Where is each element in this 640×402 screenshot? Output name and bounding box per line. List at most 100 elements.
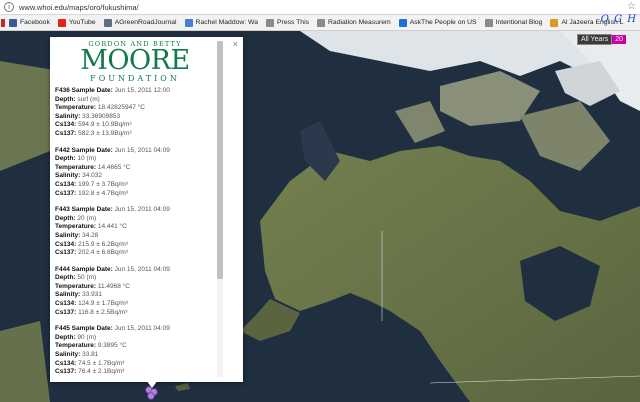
- depth-label: Depth:: [55, 95, 76, 103]
- sample-record: F444 Sample Date: Jun 15, 2011 04:09 Dept…: [55, 266, 215, 318]
- depth-label: Depth:: [55, 274, 76, 282]
- record-cs137: Cs137: 202.4 ± 6.6Bq/m³: [55, 249, 215, 258]
- temperature-label: Temperature:: [55, 104, 97, 112]
- sample-date-label: Sample Date:: [71, 146, 113, 154]
- temperature-label: Temperature:: [55, 223, 97, 231]
- bookmark-item[interactable]: AskThe People on US: [398, 18, 477, 27]
- cs137-label: Cs137:: [55, 189, 77, 197]
- cs134-value: 594.9 ± 10.9Bq/m³: [78, 121, 132, 129]
- sample-date-label: Sample Date:: [71, 206, 113, 214]
- salinity-label: Salinity:: [55, 172, 81, 180]
- logo-line3: FOUNDATION: [90, 74, 180, 83]
- apps-icon[interactable]: [1, 18, 5, 27]
- cs137-label: Cs137:: [55, 308, 77, 316]
- bookmark-favicon-icon: [9, 18, 17, 27]
- temperature-label: Temperature:: [55, 163, 97, 171]
- salinity-label: Salinity:: [55, 291, 81, 299]
- popup-scrollbar[interactable]: [217, 41, 223, 377]
- sample-date-value: Jun 15, 2011 04:09: [114, 325, 170, 333]
- bookmark-favicon-icon: [266, 18, 275, 27]
- record-depth: Depth: surf (m): [55, 96, 215, 105]
- record-header: F436 Sample Date: Jun 15, 2011 12:00: [55, 87, 215, 96]
- record-cs137: Cs137: 116.8 ± 2.5Bq/m³: [55, 309, 215, 318]
- bookmark-item[interactable]: Facebook: [9, 18, 50, 27]
- bookmark-favicon-icon: [550, 18, 559, 27]
- bookmark-label: AGreenRoadJournal: [114, 19, 177, 26]
- bookmark-label: Radiation Measurem: [328, 19, 391, 26]
- temperature-value: 14.4665 °C: [97, 163, 131, 171]
- depth-label: Depth:: [55, 155, 76, 163]
- bookmark-item[interactable]: Radiation Measurem: [317, 18, 391, 27]
- salinity-value: 34.032: [82, 172, 102, 180]
- record-cs134: Cs134: 74.5 ± 1.7Bq/m³: [55, 360, 215, 369]
- handwritten-annotation: O G H: [600, 14, 637, 25]
- address-bar[interactable]: i www.whoi.edu/maps/oro/fukushima/ ☆: [0, 0, 640, 15]
- temperature-value: 18.42825947 °C: [97, 104, 145, 112]
- temperature-value: 14.441 °C: [97, 223, 127, 231]
- all-years-button[interactable]: All Years: [576, 34, 613, 45]
- temperature-label: Temperature:: [55, 282, 97, 290]
- cs137-label: Cs137:: [55, 368, 77, 376]
- temperature-value: 9.3895 °C: [97, 342, 127, 350]
- bookmark-star-icon[interactable]: ☆: [627, 1, 636, 12]
- sample-date-value: Jun 15, 2011 04:09: [114, 265, 170, 273]
- bookmark-favicon-icon: [484, 18, 493, 27]
- salinity-label: Salinity:: [55, 351, 81, 359]
- depth-value: 20 (m): [77, 214, 97, 222]
- sample-date-label: Sample Date:: [71, 265, 113, 273]
- record-header: F442 Sample Date: Jun 15, 2011 04:09: [55, 147, 215, 156]
- record-id: F444: [55, 265, 70, 273]
- scrollbar-thumb[interactable]: [217, 41, 223, 279]
- depth-value: surf (m): [77, 95, 100, 103]
- record-depth: Depth: 10 (m): [55, 155, 215, 164]
- info-icon[interactable]: i: [4, 2, 14, 12]
- bookmark-label: Intentional Blog: [495, 19, 543, 26]
- record-cs134: Cs134: 124.9 ± 1.7Bq/m³: [55, 300, 215, 309]
- bookmark-item[interactable]: YouTube: [57, 18, 96, 27]
- salinity-value: 34.28: [82, 231, 99, 239]
- bookmark-item[interactable]: Press This: [266, 18, 309, 27]
- record-salinity: Salinity: 34.032: [55, 172, 215, 181]
- bookmark-favicon-icon: [317, 18, 325, 27]
- year-selector[interactable]: All Years 20: [576, 34, 626, 45]
- depth-value: 90 (m): [77, 333, 97, 341]
- bookmark-item[interactable]: AGreenRoadJournal: [103, 18, 177, 27]
- sample-record: F436 Sample Date: Jun 15, 2011 12:00 Dept…: [55, 87, 215, 139]
- depth-value: 50 (m): [77, 274, 97, 282]
- cs137-value: 202.4 ± 6.6Bq/m³: [78, 249, 128, 257]
- bookmark-label: AskThe People on US: [409, 19, 477, 26]
- sample-record: F443 Sample Date: Jun 15, 2011 04:09 Dept…: [55, 206, 215, 258]
- depth-label: Depth:: [55, 333, 76, 341]
- close-icon[interactable]: ×: [233, 39, 238, 49]
- bookmark-item[interactable]: Intentional Blog: [484, 18, 543, 27]
- cs137-label: Cs137:: [55, 129, 77, 137]
- record-id: F443: [55, 206, 70, 214]
- cs134-label: Cs134:: [55, 180, 77, 188]
- record-salinity: Salinity: 33.36909853: [55, 113, 215, 122]
- record-header: F444 Sample Date: Jun 15, 2011 04:09: [55, 266, 215, 275]
- sample-date-value: Jun 15, 2011 04:09: [114, 206, 170, 214]
- sample-date-value: Jun 15, 2011 04:09: [114, 146, 170, 154]
- salinity-label: Salinity:: [55, 112, 81, 120]
- cs134-value: 74.5 ± 1.7Bq/m³: [78, 359, 125, 367]
- salinity-value: 33.36909853: [82, 112, 121, 120]
- temperature-label: Temperature:: [55, 342, 97, 350]
- record-cs137: Cs137: 192.8 ± 4.7Bq/m³: [55, 190, 215, 199]
- record-cs137: Cs137: 582.3 ± 13.9Bq/m³: [55, 130, 215, 139]
- map-marker-icon[interactable]: [145, 384, 159, 402]
- cs137-value: 192.8 ± 4.7Bq/m³: [78, 189, 128, 197]
- cs134-value: 215.9 ± 6.2Bq/m³: [78, 240, 128, 248]
- temperature-value: 11.4968 °C: [97, 282, 130, 290]
- year-badge[interactable]: 20: [612, 35, 626, 44]
- url-text[interactable]: www.whoi.edu/maps/oro/fukushima/: [19, 3, 139, 12]
- bookmark-item[interactable]: Rachel Maddow: Wa: [184, 18, 258, 27]
- sample-popup: × GORDON AND BETTY MOORE FOUNDATION F436…: [50, 37, 243, 382]
- cs137-value: 76.4 ± 2.1Bq/m³: [78, 368, 125, 376]
- bookmark-favicon-icon: [398, 18, 407, 27]
- popup-content[interactable]: GORDON AND BETTY MOORE FOUNDATION F436 S…: [55, 40, 215, 377]
- cs134-label: Cs134:: [55, 121, 77, 129]
- record-cs134: Cs134: 215.9 ± 6.2Bq/m³: [55, 241, 215, 250]
- bookmark-favicon-icon: [57, 18, 66, 27]
- bookmark-favicon-icon: [103, 18, 112, 27]
- record-temperature: Temperature: 14.441 °C: [55, 223, 215, 232]
